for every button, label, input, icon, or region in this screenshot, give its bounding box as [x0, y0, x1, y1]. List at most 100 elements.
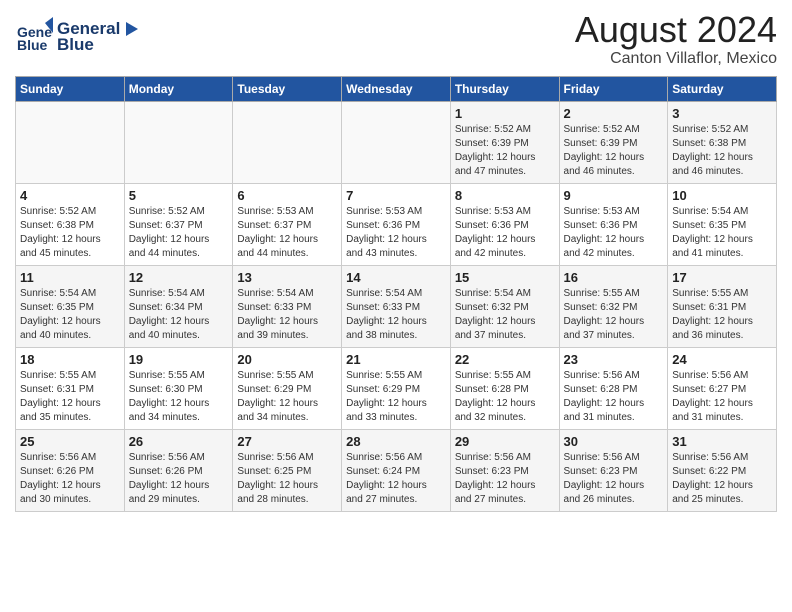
calendar-cell: 23Sunrise: 5:56 AM Sunset: 6:28 PM Dayli… — [559, 347, 668, 429]
day-number: 19 — [129, 352, 229, 367]
calendar-cell — [342, 101, 451, 183]
day-info: Sunrise: 5:54 AM Sunset: 6:32 PM Dayligh… — [455, 288, 536, 341]
day-number: 15 — [455, 270, 555, 285]
day-number: 28 — [346, 434, 446, 449]
day-number: 24 — [672, 352, 772, 367]
day-info: Sunrise: 5:56 AM Sunset: 6:24 PM Dayligh… — [346, 452, 427, 505]
calendar-cell — [16, 101, 125, 183]
day-number: 2 — [564, 106, 664, 121]
day-info: Sunrise: 5:55 AM Sunset: 6:31 PM Dayligh… — [20, 370, 101, 423]
day-number: 16 — [564, 270, 664, 285]
calendar-title: August 2024 — [575, 10, 777, 50]
day-info: Sunrise: 5:55 AM Sunset: 6:29 PM Dayligh… — [346, 370, 427, 423]
calendar-header-row: SundayMondayTuesdayWednesdayThursdayFrid… — [16, 76, 777, 101]
calendar-cell: 17 Sunrise: 5:55 AM Sunset: 6:31 PM Dayli… — [668, 265, 777, 347]
day-info: Sunrise: 5:53 AM Sunset: 6:36 PM Dayligh… — [346, 206, 427, 259]
day-number: 1 — [455, 106, 555, 121]
calendar-subtitle: Canton Villaflor, Mexico — [575, 50, 777, 68]
day-info: Sunrise: 5:52 AM Sunset: 6:38 PM Dayligh… — [672, 124, 753, 177]
calendar-cell: 14Sunrise: 5:54 AM Sunset: 6:33 PM Dayli… — [342, 265, 451, 347]
day-info: Sunrise: 5:55 AM Sunset: 6:32 PM Dayligh… — [564, 288, 645, 341]
page: General Blue General Blue Aug — [0, 0, 792, 527]
day-info: Sunrise: 5:54 AM Sunset: 6:34 PM Dayligh… — [129, 288, 210, 341]
day-info: Sunrise: 5:54 AM Sunset: 6:35 PM Dayligh… — [20, 288, 101, 341]
calendar-week-row: 1 Sunrise: 5:52 AM Sunset: 6:39 PM Daylig… — [16, 101, 777, 183]
header-wednesday: Wednesday — [342, 76, 451, 101]
calendar-cell: 29Sunrise: 5:56 AM Sunset: 6:23 PM Dayli… — [450, 429, 559, 511]
calendar-cell: 24 Sunrise: 5:56 AM Sunset: 6:27 PM Dayli… — [668, 347, 777, 429]
calendar-cell: 8 Sunrise: 5:53 AM Sunset: 6:36 PM Daylig… — [450, 183, 559, 265]
calendar-cell: 6 Sunrise: 5:53 AM Sunset: 6:37 PM Daylig… — [233, 183, 342, 265]
header-friday: Friday — [559, 76, 668, 101]
calendar-cell: 31 Sunrise: 5:56 AM Sunset: 6:22 PM Dayli… — [668, 429, 777, 511]
day-info: Sunrise: 5:53 AM Sunset: 6:37 PM Dayligh… — [237, 206, 318, 259]
day-number: 6 — [237, 188, 337, 203]
day-info: Sunrise: 5:52 AM Sunset: 6:39 PM Dayligh… — [564, 124, 645, 177]
calendar-cell: 27Sunrise: 5:56 AM Sunset: 6:25 PM Dayli… — [233, 429, 342, 511]
day-number: 9 — [564, 188, 664, 203]
day-number: 17 — [672, 270, 772, 285]
day-info: Sunrise: 5:54 AM Sunset: 6:35 PM Dayligh… — [672, 206, 753, 259]
calendar-cell: 19 Sunrise: 5:55 AM Sunset: 6:30 PM Dayli… — [124, 347, 233, 429]
calendar-cell: 10 Sunrise: 5:54 AM Sunset: 6:35 PM Dayli… — [668, 183, 777, 265]
header-monday: Monday — [124, 76, 233, 101]
day-info: Sunrise: 5:52 AM Sunset: 6:37 PM Dayligh… — [129, 206, 210, 259]
day-number: 21 — [346, 352, 446, 367]
calendar-cell: 25 Sunrise: 5:56 AM Sunset: 6:26 PM Dayli… — [16, 429, 125, 511]
day-info: Sunrise: 5:52 AM Sunset: 6:38 PM Dayligh… — [20, 206, 101, 259]
calendar-cell: 22 Sunrise: 5:55 AM Sunset: 6:28 PM Dayli… — [450, 347, 559, 429]
day-number: 8 — [455, 188, 555, 203]
calendar-cell: 16 Sunrise: 5:55 AM Sunset: 6:32 PM Dayli… — [559, 265, 668, 347]
calendar-cell: 7 Sunrise: 5:53 AM Sunset: 6:36 PM Daylig… — [342, 183, 451, 265]
day-number: 27 — [237, 434, 337, 449]
calendar-cell: 30 Sunrise: 5:56 AM Sunset: 6:23 PM Dayli… — [559, 429, 668, 511]
day-number: 20 — [237, 352, 337, 367]
day-info: Sunrise: 5:56 AM Sunset: 6:27 PM Dayligh… — [672, 370, 753, 423]
header-thursday: Thursday — [450, 76, 559, 101]
calendar-cell: 18 Sunrise: 5:55 AM Sunset: 6:31 PM Dayli… — [16, 347, 125, 429]
calendar-cell: 2 Sunrise: 5:52 AM Sunset: 6:39 PM Daylig… — [559, 101, 668, 183]
calendar-week-row: 18 Sunrise: 5:55 AM Sunset: 6:31 PM Dayli… — [16, 347, 777, 429]
calendar-cell: 12 Sunrise: 5:54 AM Sunset: 6:34 PM Dayli… — [124, 265, 233, 347]
day-number: 25 — [20, 434, 120, 449]
day-info: Sunrise: 5:52 AM Sunset: 6:39 PM Dayligh… — [455, 124, 536, 177]
day-number: 18 — [20, 352, 120, 367]
calendar-cell: 26 Sunrise: 5:56 AM Sunset: 6:26 PM Dayli… — [124, 429, 233, 511]
day-info: Sunrise: 5:55 AM Sunset: 6:29 PM Dayligh… — [237, 370, 318, 423]
day-number: 26 — [129, 434, 229, 449]
title-block: August 2024 Canton Villaflor, Mexico — [575, 10, 777, 68]
day-info: Sunrise: 5:56 AM Sunset: 6:26 PM Dayligh… — [129, 452, 210, 505]
calendar-cell — [233, 101, 342, 183]
day-info: Sunrise: 5:55 AM Sunset: 6:28 PM Dayligh… — [455, 370, 536, 423]
calendar-cell: 21 Sunrise: 5:55 AM Sunset: 6:29 PM Dayli… — [342, 347, 451, 429]
day-info: Sunrise: 5:55 AM Sunset: 6:31 PM Dayligh… — [672, 288, 753, 341]
calendar-cell: 5Sunrise: 5:52 AM Sunset: 6:37 PM Daylig… — [124, 183, 233, 265]
calendar-cell — [124, 101, 233, 183]
day-info: Sunrise: 5:56 AM Sunset: 6:22 PM Dayligh… — [672, 452, 753, 505]
day-info: Sunrise: 5:56 AM Sunset: 6:23 PM Dayligh… — [564, 452, 645, 505]
day-number: 7 — [346, 188, 446, 203]
day-info: Sunrise: 5:55 AM Sunset: 6:30 PM Dayligh… — [129, 370, 210, 423]
logo-arrow-icon — [122, 20, 140, 38]
calendar-week-row: 4Sunrise: 5:52 AM Sunset: 6:38 PM Daylig… — [16, 183, 777, 265]
day-number: 14 — [346, 270, 446, 285]
day-number: 22 — [455, 352, 555, 367]
day-info: Sunrise: 5:53 AM Sunset: 6:36 PM Dayligh… — [564, 206, 645, 259]
day-number: 31 — [672, 434, 772, 449]
day-number: 10 — [672, 188, 772, 203]
calendar-week-row: 11Sunrise: 5:54 AM Sunset: 6:35 PM Dayli… — [16, 265, 777, 347]
calendar-cell: 28 Sunrise: 5:56 AM Sunset: 6:24 PM Dayli… — [342, 429, 451, 511]
day-number: 12 — [129, 270, 229, 285]
svg-text:Blue: Blue — [17, 37, 48, 53]
day-info: Sunrise: 5:56 AM Sunset: 6:26 PM Dayligh… — [20, 452, 101, 505]
header-saturday: Saturday — [668, 76, 777, 101]
calendar-cell: 11Sunrise: 5:54 AM Sunset: 6:35 PM Dayli… — [16, 265, 125, 347]
calendar-table: SundayMondayTuesdayWednesdayThursdayFrid… — [15, 76, 777, 512]
calendar-cell: 13Sunrise: 5:54 AM Sunset: 6:33 PM Dayli… — [233, 265, 342, 347]
calendar-cell: 9 Sunrise: 5:53 AM Sunset: 6:36 PM Daylig… — [559, 183, 668, 265]
logo-icon: General Blue — [15, 15, 53, 53]
calendar-cell: 15 Sunrise: 5:54 AM Sunset: 6:32 PM Dayli… — [450, 265, 559, 347]
day-info: Sunrise: 5:56 AM Sunset: 6:23 PM Dayligh… — [455, 452, 536, 505]
day-info: Sunrise: 5:53 AM Sunset: 6:36 PM Dayligh… — [455, 206, 536, 259]
day-number: 30 — [564, 434, 664, 449]
